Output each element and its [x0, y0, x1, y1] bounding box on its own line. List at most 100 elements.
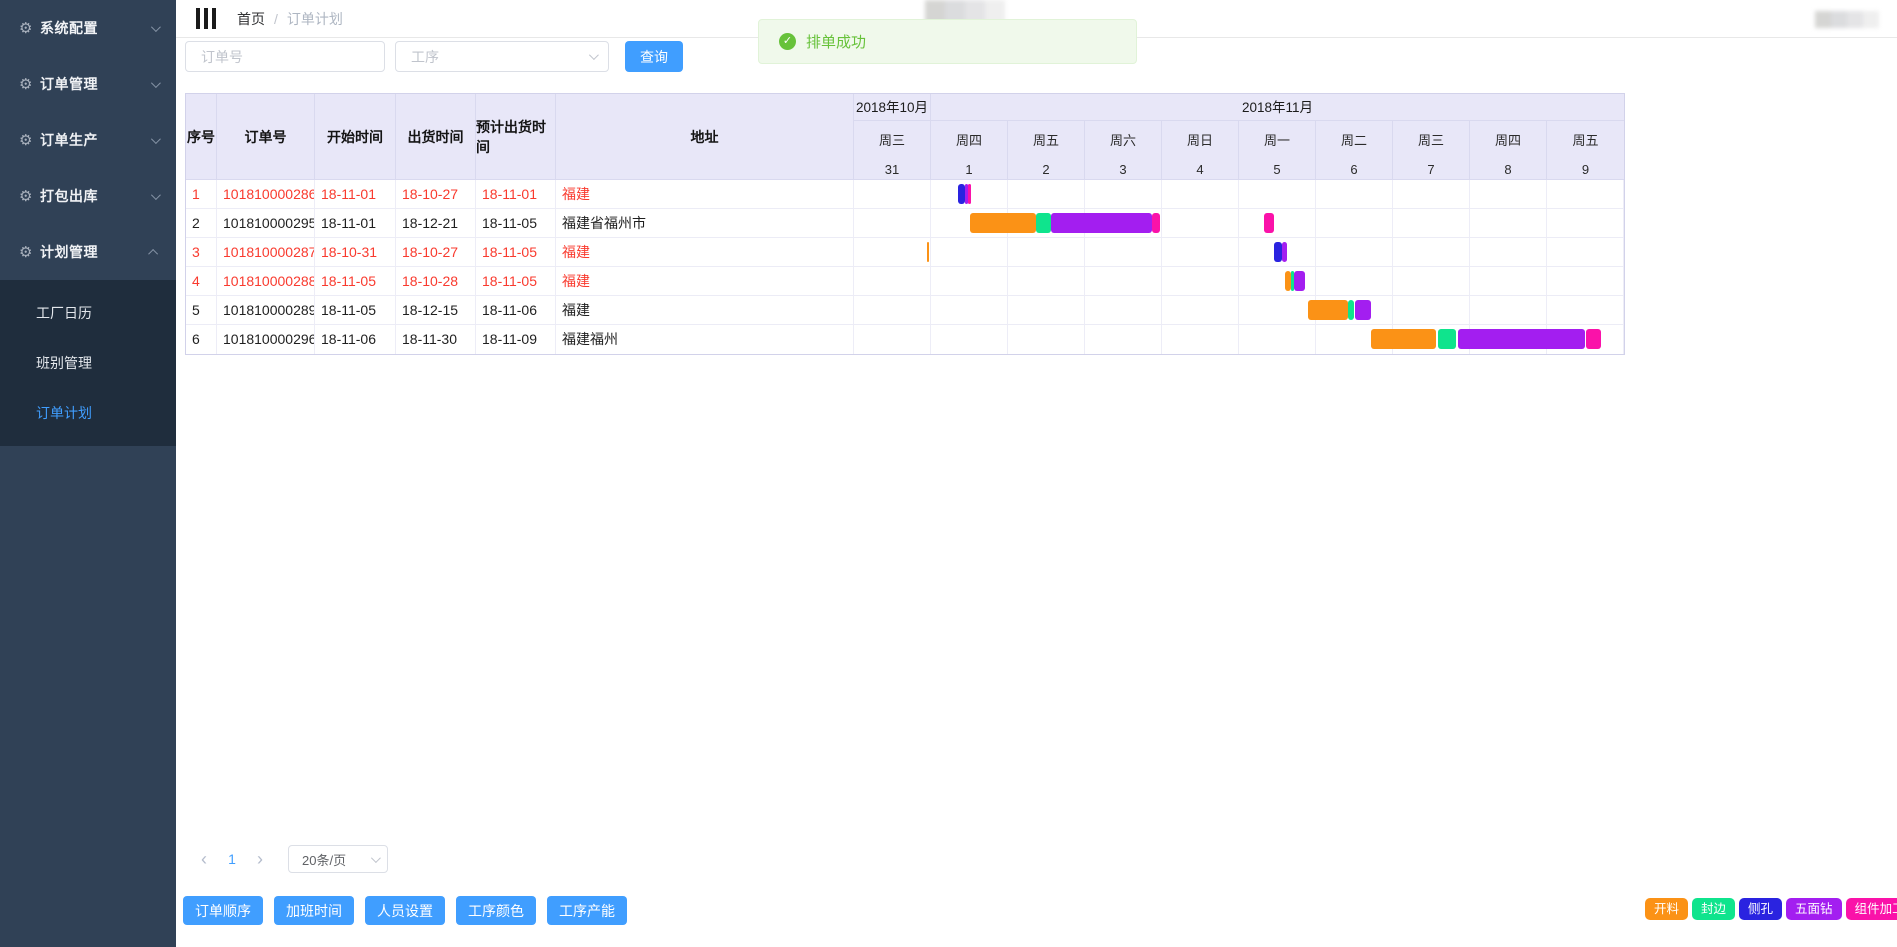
sidebar-item-4[interactable]: ⚙计划管理 [0, 224, 176, 280]
gantt-grid-cell [854, 180, 931, 208]
gantt-bar[interactable] [1264, 213, 1274, 233]
success-toast: ✓ 排单成功 [758, 19, 1137, 64]
gantt-bar[interactable] [1586, 329, 1601, 349]
gantt-bar[interactable] [1051, 213, 1152, 233]
sidebar-item-2[interactable]: ⚙订单生产 [0, 112, 176, 168]
gantt-grid-cell [1393, 238, 1470, 266]
weekday-label: 周五 [1008, 130, 1084, 149]
gantt-grid-cell [1393, 296, 1470, 324]
sidebar-item-3[interactable]: ⚙打包出库 [0, 168, 176, 224]
table-row[interactable]: 310181000028718-10-3118-10-2718-11-05福建 [186, 238, 1624, 267]
weekday-label: 周五 [1547, 130, 1624, 149]
order-number-input[interactable] [185, 41, 385, 72]
action-button-3[interactable]: 工序颜色 [456, 896, 536, 925]
gantt-grid-cell [1547, 238, 1624, 266]
hamburger-icon[interactable] [196, 8, 216, 29]
gantt-bar[interactable] [1285, 271, 1290, 291]
day-header: 周六3 [1085, 121, 1162, 180]
column-header: 预计出货时间 [476, 94, 556, 180]
table-cell: 5 [186, 296, 217, 324]
success-check-icon: ✓ [779, 33, 796, 50]
table-cell: 18-10-28 [396, 267, 476, 295]
legend-button[interactable]: 侧孔 [1739, 898, 1782, 920]
gantt-bar[interactable] [1308, 300, 1348, 320]
breadcrumb-separator: / [274, 11, 278, 27]
day-header: 周三7 [1393, 121, 1470, 180]
gantt-bar[interactable] [968, 184, 971, 204]
legend-button[interactable]: 五面钻 [1786, 898, 1842, 920]
gantt-bar[interactable] [1294, 271, 1305, 291]
gantt-bar[interactable] [1282, 242, 1287, 262]
gear-icon: ⚙ [19, 75, 40, 93]
table-row[interactable]: 210181000029518-11-0118-12-2118-11-05福建省… [186, 209, 1624, 238]
column-header: 开始时间 [315, 94, 396, 180]
gantt-grid-cell [1316, 180, 1393, 208]
table-cell: 福建 [556, 238, 854, 266]
gantt-grid-cell [1393, 180, 1470, 208]
day-header: 周四1 [931, 121, 1008, 180]
table-cell: 18-11-01 [315, 180, 396, 208]
sidebar-item-label: 打包出库 [40, 186, 151, 206]
gantt-grid-cell [854, 296, 931, 324]
month-row: 2018年10月2018年11月 [854, 94, 1624, 121]
gear-icon: ⚙ [19, 187, 40, 205]
gantt-grid-cell [1008, 180, 1085, 208]
action-button-4[interactable]: 工序产能 [547, 896, 627, 925]
action-button-0[interactable]: 订单顺序 [183, 896, 263, 925]
gantt-grid-cell [1239, 296, 1316, 324]
date-label: 6 [1316, 162, 1392, 177]
prev-page-icon[interactable]: ‹ [190, 849, 218, 870]
page-size-select[interactable]: 20条/页 [288, 845, 388, 873]
gantt-bar[interactable] [1274, 242, 1282, 262]
chevron-down-icon [151, 78, 161, 88]
table-cell: 福建 [556, 296, 854, 324]
table-cell: 18-11-30 [396, 325, 476, 354]
gantt-bar[interactable] [958, 184, 965, 204]
gantt-grid-cell [1008, 325, 1085, 354]
sidebar-item-1[interactable]: ⚙订单管理 [0, 56, 176, 112]
gantt-track [854, 209, 1624, 237]
gantt-bar[interactable] [1355, 300, 1372, 320]
order-plan-table: 序号订单号开始时间出货时间预计出货时间地址2018年10月2018年11月周三3… [185, 93, 1625, 355]
table-row[interactable]: 110181000028618-11-0118-10-2718-11-01福建 [186, 180, 1624, 209]
action-button-1[interactable]: 加班时间 [274, 896, 354, 925]
legend-button[interactable]: 封边 [1692, 898, 1735, 920]
table-cell: 18-11-05 [315, 267, 396, 295]
gantt-bar[interactable] [970, 213, 1037, 233]
table-row[interactable]: 510181000028918-11-0518-12-1518-11-06福建 [186, 296, 1624, 325]
table-cell: 6 [186, 325, 217, 354]
legend-button[interactable]: 组件加工 [1846, 898, 1897, 920]
table-header: 序号订单号开始时间出货时间预计出货时间地址2018年10月2018年11月周三3… [186, 94, 1624, 180]
table-cell: 福建省福州市 [556, 209, 854, 237]
weekday-label: 周三 [854, 130, 930, 149]
search-button[interactable]: 查询 [625, 41, 683, 72]
gantt-bar[interactable] [1458, 329, 1586, 349]
legend-button[interactable]: 开料 [1645, 898, 1688, 920]
sidebar-item-label: 计划管理 [40, 242, 151, 262]
next-page-icon[interactable]: › [246, 849, 274, 870]
gantt-bar[interactable] [1036, 213, 1051, 233]
sidebar-subitem-0[interactable]: 工厂日历 [0, 288, 176, 338]
sidebar-menu: ⚙系统配置⚙订单管理⚙订单生产⚙打包出库⚙计划管理 [0, 0, 176, 280]
gantt-bar[interactable] [1371, 329, 1436, 349]
gantt-bar[interactable] [1438, 329, 1456, 349]
chevron-down-icon [151, 22, 161, 32]
app-root: ⚙系统配置⚙订单管理⚙订单生产⚙打包出库⚙计划管理 工厂日历班别管理订单计划 首… [0, 0, 1897, 947]
column-header: 订单号 [217, 94, 315, 180]
table-row[interactable]: 410181000028818-11-0518-10-2818-11-05福建 [186, 267, 1624, 296]
action-button-2[interactable]: 人员设置 [365, 896, 445, 925]
sidebar-subitem-2[interactable]: 订单计划 [0, 388, 176, 438]
table-row[interactable]: 610181000029618-11-0618-11-3018-11-09福建福… [186, 325, 1624, 354]
sidebar-item-0[interactable]: ⚙系统配置 [0, 0, 176, 56]
breadcrumb-home[interactable]: 首页 [237, 9, 265, 29]
gantt-grid-cell [1008, 296, 1085, 324]
sidebar-subitem-1[interactable]: 班别管理 [0, 338, 176, 388]
gantt-grid-cell [1470, 267, 1547, 295]
process-select[interactable]: 工序 [395, 41, 609, 72]
page-number[interactable]: 1 [218, 851, 246, 867]
gantt-bar[interactable] [1152, 213, 1160, 233]
gantt-track [854, 296, 1624, 324]
gantt-grid-cell [1470, 296, 1547, 324]
gantt-bar[interactable] [1348, 300, 1353, 320]
chevron-down-icon [151, 134, 161, 144]
